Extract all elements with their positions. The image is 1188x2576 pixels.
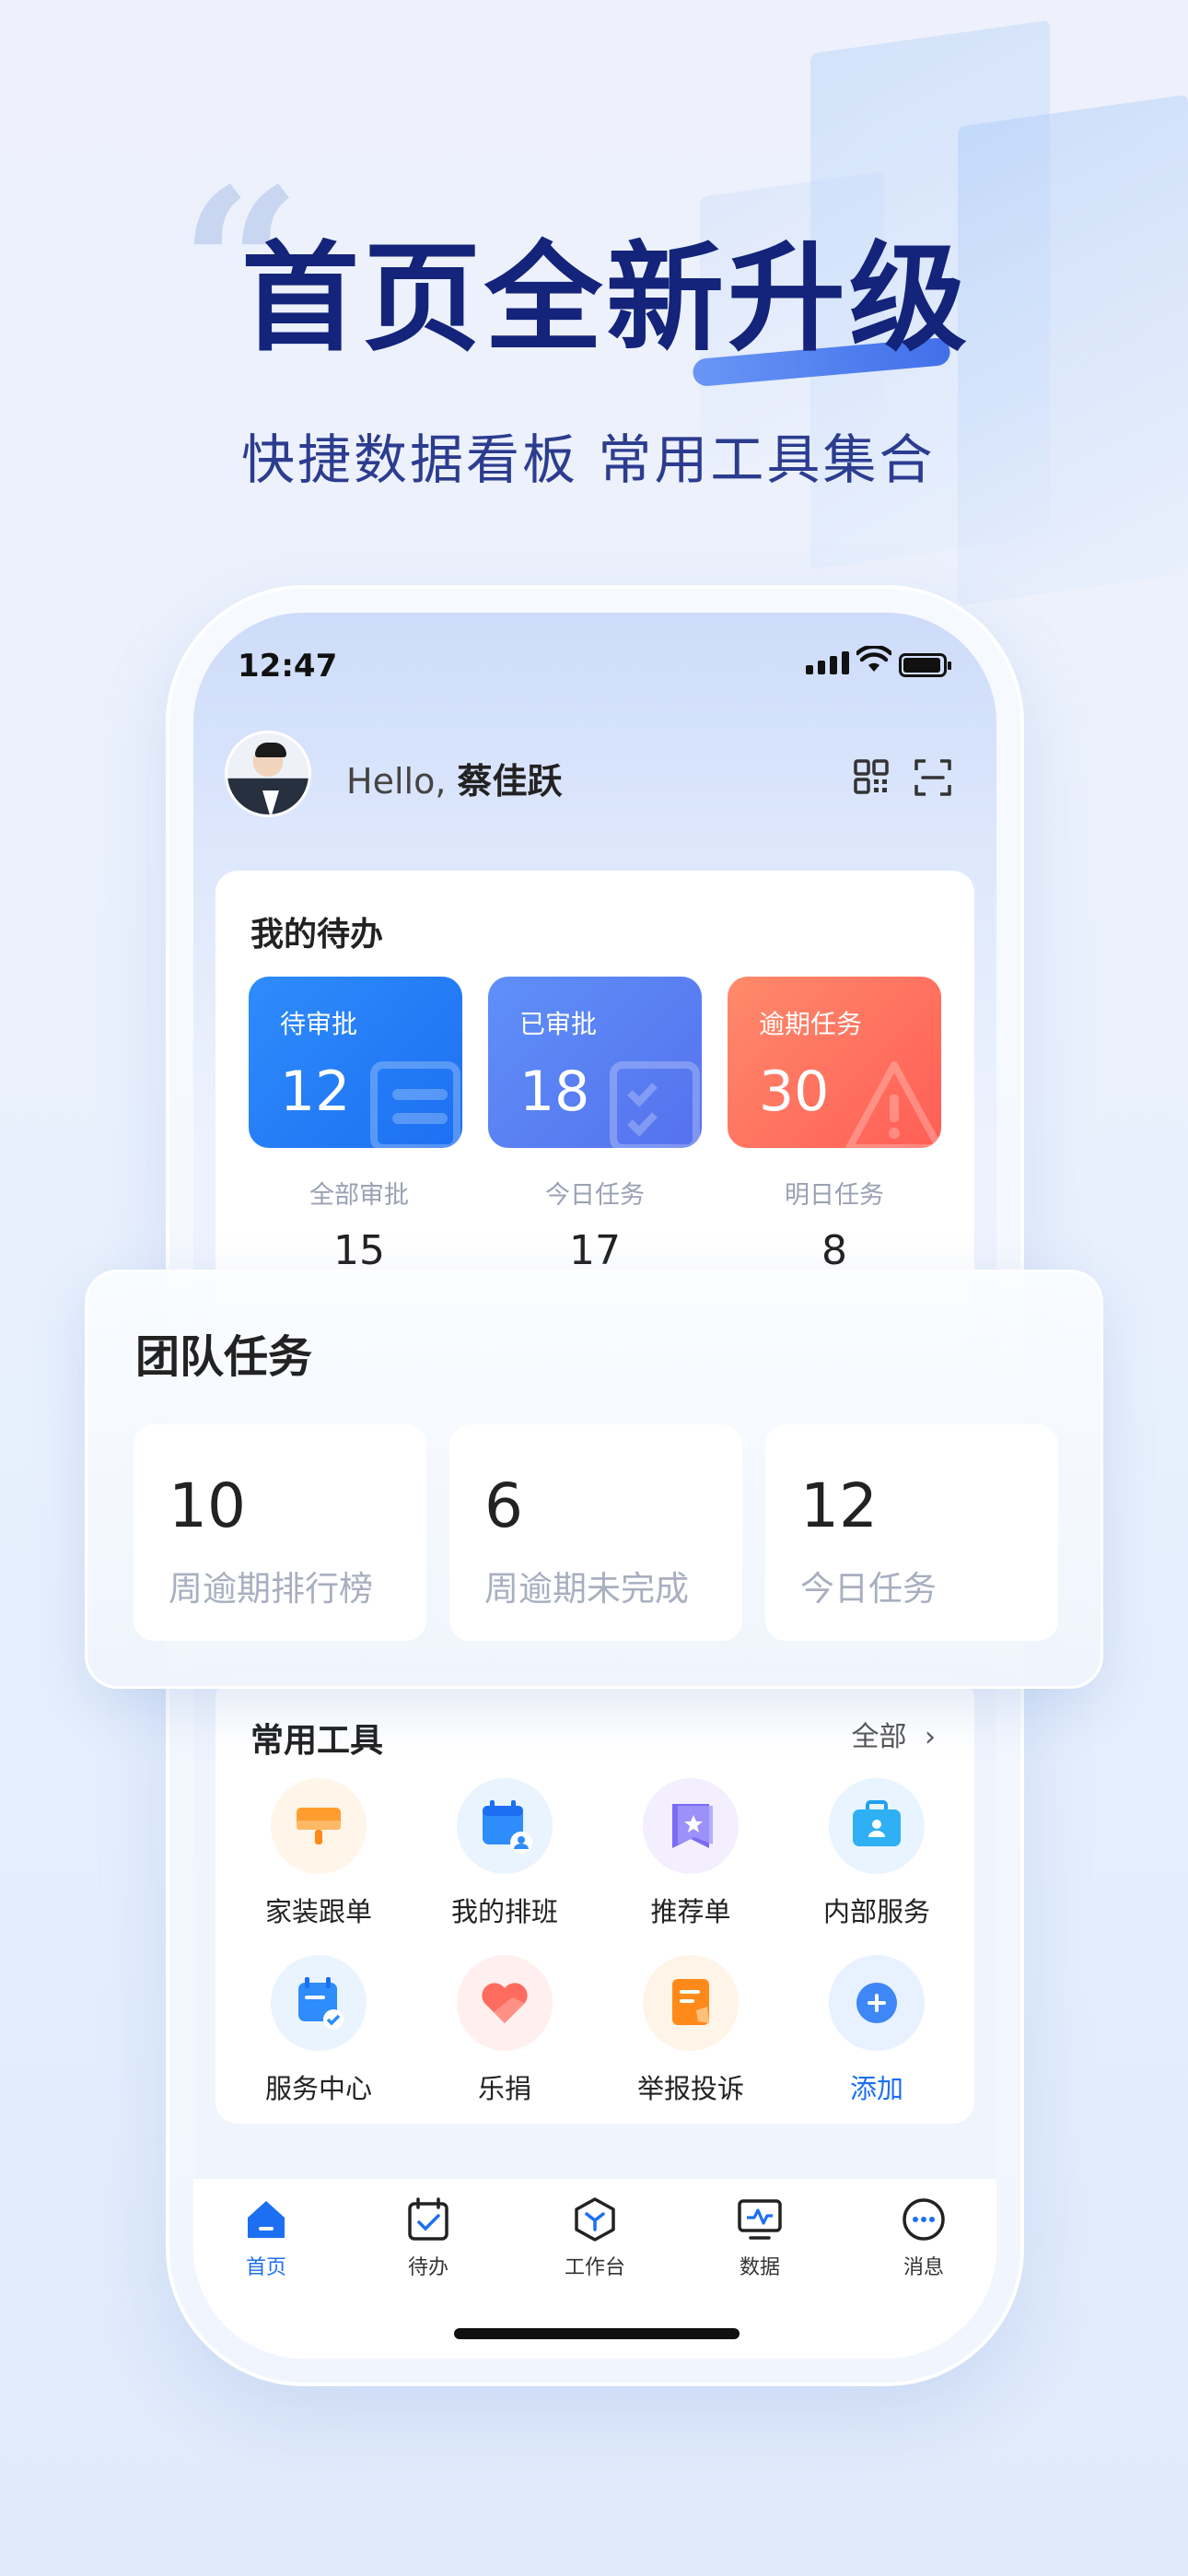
stat-tomorrow-tasks[interactable]: 明日任务 8 [724, 1175, 945, 1274]
team-stat-label: 今日任务 [800, 1569, 937, 1609]
team-title: 团队任务 [135, 1331, 313, 1383]
tab-todo[interactable]: 待办 [368, 2195, 488, 2280]
data-monitor-icon [736, 2195, 784, 2243]
tile-pending-approval[interactable]: 待审批 12 [249, 977, 462, 1148]
tool-home-decoration[interactable]: 家装跟单 [227, 1778, 411, 1929]
tab-messages[interactable]: 消息 [864, 2195, 984, 2280]
qr-code-icon[interactable] [853, 758, 890, 795]
tool-label: 举报投诉 [636, 2073, 744, 2104]
team-stat-weekly-overdue-ranking[interactable]: 10 周逾期排行榜 [134, 1424, 426, 1641]
workbench-icon [571, 2195, 619, 2243]
heart-hand-icon [457, 1955, 553, 2051]
avatar[interactable] [225, 731, 311, 817]
stat-value: 15 [333, 1227, 385, 1274]
tile-approved[interactable]: 已审批 18 [488, 977, 702, 1148]
battery-icon [899, 653, 951, 677]
team-stat-label: 周逾期排行榜 [169, 1569, 373, 1609]
tile-label: 已审批 [519, 1009, 598, 1039]
status-bar: 12:47 [193, 613, 996, 714]
team-stat-label: 周逾期未完成 [484, 1569, 689, 1609]
tools-all-link[interactable]: 全部 › [851, 1714, 936, 1754]
chevron-right-icon: › [925, 1721, 936, 1753]
calendar-check-icon [271, 1955, 367, 2051]
tile-label: 逾期任务 [759, 1009, 863, 1039]
scan-icon[interactable] [914, 758, 952, 797]
tab-home[interactable]: 首页 [206, 2195, 326, 2280]
tab-label: 首页 [245, 2256, 286, 2279]
stat-today-tasks[interactable]: 今日任务 17 [484, 1175, 705, 1274]
bookmark-star-icon [643, 1778, 739, 1874]
todo-title: 我的待办 [250, 916, 384, 954]
hero-subtitle: 快捷数据看板 常用工具集合 [241, 428, 936, 491]
tile-value: 30 [759, 1060, 830, 1124]
tab-workbench[interactable]: 工作台 [535, 2195, 655, 2280]
status-time: 12:47 [238, 648, 338, 685]
tab-label: 数据 [739, 2256, 780, 2279]
tool-label: 添加 [849, 2073, 903, 2104]
warning-icon [845, 1061, 941, 1148]
tile-value: 18 [519, 1060, 590, 1124]
tool-label: 服务中心 [264, 2073, 372, 2104]
tool-my-schedule[interactable]: 我的排班 [413, 1778, 597, 1929]
tool-add[interactable]: 添加 [785, 1955, 969, 2106]
tile-value: 12 [280, 1060, 351, 1124]
team-stat-weekly-overdue-unfinished[interactable]: 6 周逾期未完成 [449, 1424, 742, 1641]
stat-value: 8 [821, 1227, 847, 1274]
stat-label: 今日任务 [545, 1181, 645, 1210]
report-doc-icon [643, 1955, 739, 2051]
plus-circle-icon [829, 1955, 925, 2051]
document-icon [370, 1061, 460, 1148]
stat-value: 17 [569, 1227, 621, 1274]
todo-calendar-icon [404, 2195, 452, 2243]
stat-label: 明日任务 [785, 1181, 884, 1210]
home-icon [242, 2195, 290, 2243]
tab-label: 工作台 [564, 2256, 625, 2279]
tool-report-complaint[interactable]: 举报投诉 [599, 1955, 783, 2106]
tool-donation[interactable]: 乐捐 [413, 1955, 597, 2106]
hero-title: 首页全新升级 [241, 230, 972, 368]
team-stat-value: 12 [800, 1470, 878, 1541]
checklist-icon [610, 1061, 700, 1148]
tab-label: 消息 [903, 2256, 944, 2279]
team-stat-value: 6 [484, 1470, 523, 1541]
wifi-icon [856, 646, 891, 672]
tab-label: 待办 [407, 2256, 448, 2279]
tab-data[interactable]: 数据 [700, 2195, 820, 2280]
team-tasks-card: 团队任务 10 周逾期排行榜 6 周逾期未完成 12 今日任务 [85, 1270, 1103, 1689]
tile-overdue[interactable]: 逾期任务 30 [728, 977, 941, 1148]
user-header: Hello, 蔡佳跃 [221, 731, 969, 823]
greeting: Hello, 蔡佳跃 [346, 753, 563, 803]
tools-title: 常用工具 [250, 1722, 384, 1760]
tool-label: 家装跟单 [264, 1896, 372, 1927]
tool-internal-service[interactable]: 内部服务 [785, 1778, 969, 1929]
home-indicator [454, 2328, 740, 2339]
tool-recommendation[interactable]: 推荐单 [599, 1778, 783, 1929]
team-stat-today-tasks[interactable]: 12 今日任务 [765, 1424, 1058, 1641]
greeting-text: Hello, [346, 761, 447, 802]
tool-service-center[interactable]: 服务中心 [227, 1955, 411, 2106]
stat-label: 全部审批 [309, 1181, 409, 1210]
tile-label: 待审批 [280, 1009, 358, 1039]
message-icon [900, 2195, 948, 2243]
tool-label: 内部服务 [822, 1896, 930, 1927]
briefcase-user-icon [829, 1778, 925, 1874]
tools-card: 常用工具 全部 › 家装跟单 我的排班 推荐单 内部服务 服务中心 乐捐 举报投… [215, 1677, 974, 2124]
team-stat-value: 10 [169, 1470, 246, 1541]
calendar-user-icon [457, 1778, 553, 1874]
user-name: 蔡佳跃 [457, 761, 563, 802]
tools-all-label: 全部 [851, 1721, 907, 1753]
signal-icon [806, 651, 849, 674]
tool-label: 乐捐 [477, 2073, 531, 2104]
background-block [958, 94, 1188, 606]
paint-roller-icon [271, 1778, 367, 1874]
stat-all-approvals[interactable]: 全部审批 15 [249, 1175, 470, 1274]
tool-label: 我的排班 [450, 1896, 558, 1927]
tool-label: 推荐单 [650, 1896, 731, 1927]
